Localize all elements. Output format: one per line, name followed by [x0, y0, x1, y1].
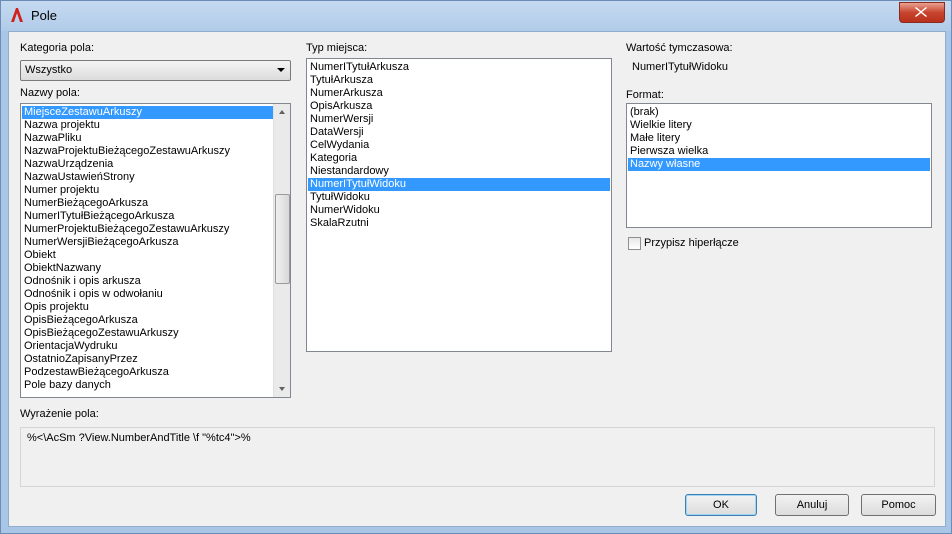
category-select[interactable]: Wszystko	[20, 60, 291, 81]
format-item[interactable]: Małe litery	[628, 132, 930, 145]
field-name-item[interactable]: NumerWersjiBieżącegoArkusza	[22, 236, 273, 249]
place-type-item[interactable]: NumerITytułArkusza	[308, 61, 610, 74]
chevron-down-icon	[277, 68, 285, 72]
field-names-label: Nazwy pola:	[20, 87, 80, 99]
field-name-item[interactable]: NumerITytułBieżącegoArkusza	[22, 210, 273, 223]
expression-label: Wyrażenie pola:	[20, 408, 99, 420]
help-button[interactable]: Pomoc	[861, 494, 936, 516]
field-name-item[interactable]: Odnośnik i opis arkusza	[22, 275, 273, 288]
temp-value-text: NumerITytułWidoku	[632, 61, 728, 73]
place-type-item[interactable]: TytułWidoku	[308, 191, 610, 204]
place-type-label: Typ miejsca:	[306, 42, 368, 54]
scroll-up-button[interactable]	[274, 104, 290, 120]
category-value: Wszystko	[25, 64, 73, 76]
chevron-down-icon	[279, 387, 285, 391]
place-type-item[interactable]: Niestandardowy	[308, 165, 610, 178]
category-label: Kategoria pola:	[20, 42, 94, 54]
field-name-item[interactable]: MiejsceZestawuArkuszy	[22, 106, 273, 119]
place-type-item[interactable]: NumerWersji	[308, 113, 610, 126]
place-type-item[interactable]: TytułArkusza	[308, 74, 610, 87]
expression-text: %<\AcSm ?View.NumberAndTitle \f "%tc4">%	[27, 432, 251, 444]
dialog-body: Kategoria pola: Wszystko Nazwy pola: Mie…	[8, 31, 946, 527]
field-name-item[interactable]: Opis projektu	[22, 301, 273, 314]
autocad-a-icon	[11, 8, 23, 22]
place-type-item[interactable]: CelWydania	[308, 139, 610, 152]
window-title: Pole	[31, 8, 58, 23]
ok-button[interactable]: OK	[685, 494, 757, 516]
field-name-item[interactable]: NazwaProjektuBieżącegoZestawuArkuszy	[22, 145, 273, 158]
place-type-item[interactable]: NumerWidoku	[308, 204, 610, 217]
cancel-button[interactable]: Anuluj	[775, 494, 849, 516]
field-name-item[interactable]: ObiektNazwany	[22, 262, 273, 275]
place-type-item[interactable]: OpisArkusza	[308, 100, 610, 113]
close-button[interactable]	[899, 2, 945, 23]
format-item[interactable]: Nazwy własne	[628, 158, 930, 171]
format-list[interactable]: (brak) Wielkie litery Małe litery Pierwsza …	[626, 103, 932, 228]
field-name-item[interactable]: PodzestawBieżącegoArkusza	[22, 366, 273, 379]
field-name-item[interactable]: OpisBieżącegoArkusza	[22, 314, 273, 327]
close-icon	[915, 7, 927, 17]
pole-dialog: Pole Kategoria pola: Wszystko Nazwy pola…	[0, 0, 952, 534]
scroll-thumb[interactable]	[275, 194, 290, 284]
format-item[interactable]: Pierwsza wielka	[628, 145, 930, 158]
format-item[interactable]: Wielkie litery	[628, 119, 930, 132]
field-names-scrollbar[interactable]	[273, 104, 290, 397]
place-type-item[interactable]: NumerArkusza	[308, 87, 610, 100]
hyperlink-label[interactable]: Przypisz hiperłącze	[644, 237, 739, 249]
format-item[interactable]: (brak)	[628, 106, 930, 119]
temp-value-field: NumerITytułWidoku	[626, 57, 934, 77]
field-names-list[interactable]: MiejsceZestawuArkuszy Nazwa projektu Nazwa…	[20, 103, 291, 398]
field-name-item[interactable]: Obiekt	[22, 249, 273, 262]
field-name-item[interactable]: NazwaUstawieńStrony	[22, 171, 273, 184]
temp-value-label: Wartość tymczasowa:	[626, 42, 733, 54]
field-name-item[interactable]: NazwaUrządzenia	[22, 158, 273, 171]
field-name-item[interactable]: NumerBieżącegoArkusza	[22, 197, 273, 210]
field-name-item[interactable]: OstatnioZapisanyPrzez	[22, 353, 273, 366]
place-type-item[interactable]: DataWersji	[308, 126, 610, 139]
title-bar[interactable]: Pole	[1, 1, 951, 31]
hyperlink-checkbox[interactable]	[628, 237, 641, 250]
field-name-item[interactable]: NumerProjektuBieżącegoZestawuArkuszy	[22, 223, 273, 236]
place-type-item[interactable]: NumerITytułWidoku	[308, 178, 610, 191]
field-name-item[interactable]: Nazwa projektu	[22, 119, 273, 132]
field-name-item[interactable]: OrientacjaWydruku	[22, 340, 273, 353]
place-type-item[interactable]: Kategoria	[308, 152, 610, 165]
place-type-list[interactable]: NumerITytułArkusza TytułArkusza NumerArkus…	[306, 58, 612, 352]
format-label: Format:	[626, 89, 664, 101]
place-type-item[interactable]: SkalaRzutni	[308, 217, 610, 230]
field-name-item[interactable]: OpisBieżącegoZestawuArkuszy	[22, 327, 273, 340]
field-name-item[interactable]: NazwaPliku	[22, 132, 273, 145]
expression-field[interactable]: %<\AcSm ?View.NumberAndTitle \f "%tc4">%	[20, 427, 935, 487]
field-name-item[interactable]: Pole bazy danych	[22, 379, 273, 392]
scroll-down-button[interactable]	[274, 381, 290, 397]
field-name-item[interactable]: Numer projektu	[22, 184, 273, 197]
field-name-item[interactable]: Odnośnik i opis w odwołaniu	[22, 288, 273, 301]
chevron-up-icon	[279, 110, 285, 114]
